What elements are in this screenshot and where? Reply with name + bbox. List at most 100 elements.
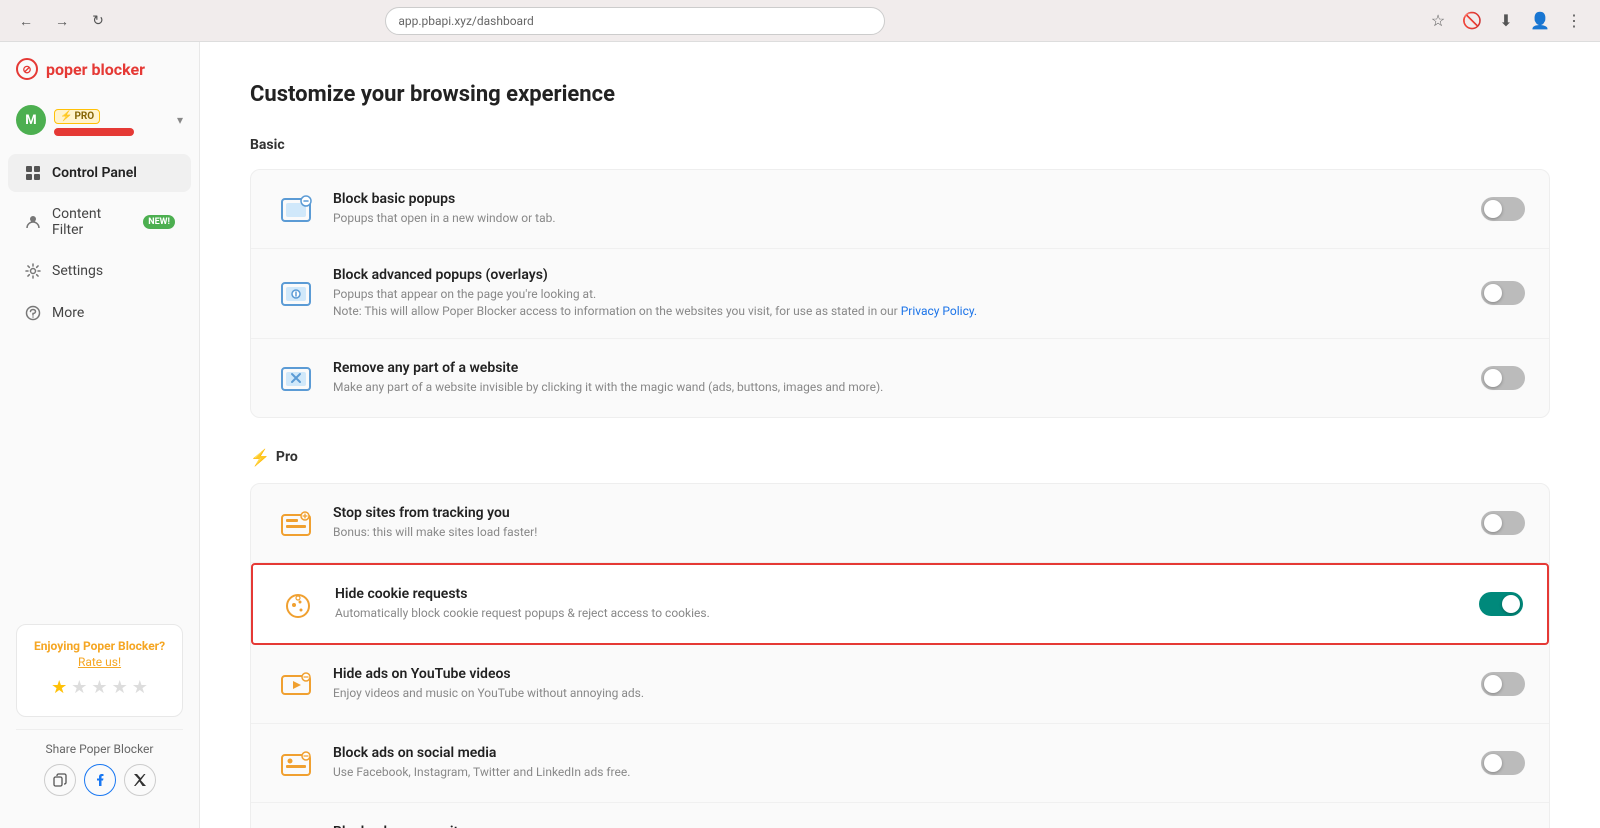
remove-website-part-desc: Make any part of a website invisible by … xyxy=(333,379,1465,396)
settings-icon xyxy=(24,262,42,280)
content-filter-label: Content Filter xyxy=(52,206,129,238)
hide-cookie-toggle[interactable] xyxy=(1479,592,1523,616)
block-social-slider xyxy=(1481,751,1525,775)
user-chevron-icon[interactable]: ▾ xyxy=(177,113,183,127)
remove-website-part-row: Remove any part of a website Make any pa… xyxy=(251,339,1549,417)
block-any-site-text: Block ads on any site Enjoy browsing the… xyxy=(333,824,1465,828)
block-basic-popups-toggle[interactable] xyxy=(1481,197,1525,221)
page-title: Customize your browsing experience xyxy=(250,82,1550,107)
avatar: M xyxy=(16,105,46,135)
block-basic-popups-title: Block basic popups xyxy=(333,191,1465,207)
block-any-site-title: Block ads on any site xyxy=(333,824,1465,828)
hide-cookie-desc: Automatically block cookie request popup… xyxy=(335,605,1463,622)
star-5: ★ xyxy=(132,677,148,698)
block-basic-popups-row: Block basic popups Popups that open in a… xyxy=(251,170,1549,249)
back-button[interactable]: ← xyxy=(12,7,40,35)
privacy-policy-link[interactable]: Privacy Policy. xyxy=(901,304,977,318)
sidebar-bottom: Enjoying Poper Blocker? Rate us! ★ ★ ★ ★… xyxy=(0,608,199,812)
hide-cookie-requests-row: Hide cookie requests Automatically block… xyxy=(253,565,1547,643)
hide-youtube-text: Hide ads on YouTube videos Enjoy videos … xyxy=(333,666,1465,702)
block-advanced-popups-row: Block advanced popups (overlays) Popups … xyxy=(251,249,1549,339)
help-icon xyxy=(24,304,42,322)
forward-button[interactable]: → xyxy=(48,7,76,35)
stop-tracking-icon xyxy=(275,502,317,544)
remove-website-part-slider xyxy=(1481,366,1525,390)
more-label: More xyxy=(52,305,84,321)
hide-youtube-slider xyxy=(1481,672,1525,696)
twitter-share-button[interactable] xyxy=(124,764,156,796)
hide-cookie-title: Hide cookie requests xyxy=(335,586,1463,602)
block-advanced-popups-title: Block advanced popups (overlays) xyxy=(333,267,1465,283)
rate-card-title: Enjoying Poper Blocker? xyxy=(31,639,168,653)
remove-part-icon xyxy=(275,357,317,399)
remove-website-part-title: Remove any part of a website xyxy=(333,360,1465,376)
sidebar-item-control-panel[interactable]: Control Panel xyxy=(8,154,191,192)
address-bar[interactable]: app.pbapi.xyz/dashboard xyxy=(385,7,885,35)
copy-link-button[interactable] xyxy=(44,764,76,796)
pro-badge: ⚡ PRO xyxy=(54,109,100,124)
block-social-title: Block ads on social media xyxy=(333,745,1465,761)
rate-us-link[interactable]: Rate us! xyxy=(31,655,168,669)
star-3: ★ xyxy=(91,677,107,698)
user-name-redacted xyxy=(54,128,134,136)
stop-tracking-slider xyxy=(1481,511,1525,535)
block-basic-popups-desc: Popups that open in a new window or tab. xyxy=(333,210,1465,227)
sidebar-item-more[interactable]: More xyxy=(8,294,191,332)
block-social-icon xyxy=(275,742,317,784)
stop-tracking-title: Stop sites from tracking you xyxy=(333,505,1465,521)
logo: ⊘ poper blocker xyxy=(0,58,199,96)
hide-youtube-toggle[interactable] xyxy=(1481,672,1525,696)
block-advanced-popups-slider xyxy=(1481,281,1525,305)
logo-icon: ⊘ xyxy=(16,58,38,80)
settings-label: Settings xyxy=(52,263,103,279)
hide-youtube-title: Hide ads on YouTube videos xyxy=(333,666,1465,682)
menu-icon[interactable]: ⋮ xyxy=(1560,7,1588,35)
bookmark-icon[interactable]: ☆ xyxy=(1424,7,1452,35)
sidebar: ⊘ poper blocker M ⚡ PRO ▾ xyxy=(0,42,200,828)
sidebar-item-content-filter[interactable]: Content Filter NEW! xyxy=(8,196,191,248)
block-any-site-row: Block ads on any site Enjoy browsing the… xyxy=(251,803,1549,828)
block-advanced-popups-toggle[interactable] xyxy=(1481,281,1525,305)
logo-text: poper blocker xyxy=(46,60,145,79)
basic-label-text: Basic xyxy=(250,137,285,153)
stop-tracking-toggle[interactable] xyxy=(1481,511,1525,535)
star-rating[interactable]: ★ ★ ★ ★ ★ xyxy=(31,677,168,698)
remove-website-part-toggle[interactable] xyxy=(1481,366,1525,390)
reload-button[interactable]: ↻ xyxy=(84,7,112,35)
stop-tracking-text: Stop sites from tracking you Bonus: this… xyxy=(333,505,1465,541)
star-1: ★ xyxy=(51,677,67,698)
hide-cookie-text: Hide cookie requests Automatically block… xyxy=(335,586,1463,622)
downloads-icon[interactable]: ⬇ xyxy=(1492,7,1520,35)
profile-icon[interactable]: 👤 xyxy=(1526,7,1554,35)
pro-section-label: ⚡ Pro xyxy=(250,448,1550,467)
user-section[interactable]: M ⚡ PRO ▾ xyxy=(0,96,199,144)
grid-icon xyxy=(24,164,42,182)
block-advanced-icon xyxy=(275,272,317,314)
pro-label-text: Pro xyxy=(276,449,298,465)
hide-cookie-slider xyxy=(1479,592,1523,616)
block-social-ads-row: Block ads on social media Use Facebook, … xyxy=(251,724,1549,803)
extension-icon[interactable]: 🚫 xyxy=(1458,7,1486,35)
sidebar-item-settings[interactable]: Settings xyxy=(8,252,191,290)
browser-chrome: ← → ↻ app.pbapi.xyz/dashboard ☆ 🚫 ⬇ 👤 ⋮ xyxy=(0,0,1600,42)
user-info: ⚡ PRO xyxy=(54,104,169,136)
basic-section-label: Basic xyxy=(250,137,1550,153)
stop-tracking-desc: Bonus: this will make sites load faster! xyxy=(333,524,1465,541)
app-layout: ⊘ poper blocker M ⚡ PRO ▾ xyxy=(0,42,1600,828)
hide-cookie-icon xyxy=(277,583,319,625)
block-any-site-icon xyxy=(275,821,317,828)
share-text: Share Poper Blocker xyxy=(16,742,183,756)
hide-cookie-highlighted-wrapper: Hide cookie requests Automatically block… xyxy=(251,563,1549,645)
facebook-share-button[interactable] xyxy=(84,764,116,796)
pro-label: PRO xyxy=(74,111,94,122)
hide-youtube-icon xyxy=(275,663,317,705)
share-icons xyxy=(16,764,183,796)
new-badge: NEW! xyxy=(143,215,175,229)
block-basic-popups-slider xyxy=(1481,197,1525,221)
block-social-desc: Use Facebook, Instagram, Twitter and Lin… xyxy=(333,764,1465,781)
hide-youtube-ads-row: Hide ads on YouTube videos Enjoy videos … xyxy=(251,645,1549,724)
block-popups-icon xyxy=(275,188,317,230)
block-advanced-popups-desc: Popups that appear on the page you're lo… xyxy=(333,286,1465,320)
block-advanced-popups-text: Block advanced popups (overlays) Popups … xyxy=(333,267,1465,320)
block-social-toggle[interactable] xyxy=(1481,751,1525,775)
